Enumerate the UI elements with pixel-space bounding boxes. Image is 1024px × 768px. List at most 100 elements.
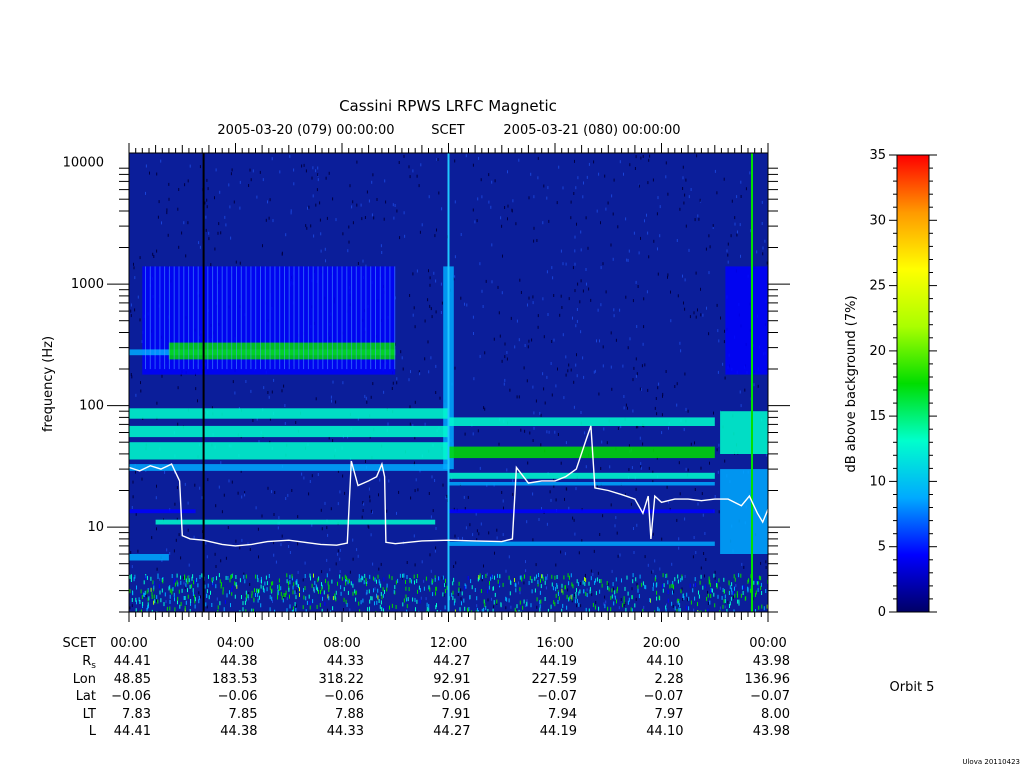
noise-speck	[613, 314, 615, 318]
noise-speck-low	[738, 599, 740, 604]
noise-speck	[402, 367, 404, 371]
ephemeris-l-value: 44.19	[540, 724, 577, 739]
noise-speck	[335, 218, 337, 222]
noise-speck-low	[709, 589, 711, 594]
noise-speck-low	[509, 591, 511, 596]
noise-speck-low	[343, 597, 345, 602]
noise-speck	[644, 363, 646, 367]
noise-speck-low	[452, 581, 454, 586]
noise-speck	[496, 536, 498, 540]
spectrogram-plot-area	[129, 153, 768, 612]
noise-speck	[542, 297, 544, 301]
noise-speck	[708, 332, 710, 336]
noise-speck-low	[748, 578, 750, 583]
noise-speck-low	[173, 592, 175, 597]
noise-speck	[131, 506, 133, 509]
noise-speck	[231, 168, 233, 172]
noise-speck	[613, 178, 615, 182]
noise-speck	[528, 196, 530, 200]
noise-speck-low	[178, 589, 180, 594]
noise-speck	[695, 315, 697, 319]
noise-speck	[472, 432, 474, 436]
noise-speck	[762, 246, 764, 250]
emission-band	[129, 464, 449, 471]
noise-speck-low	[343, 587, 345, 592]
ephemeris-lt-value: 7.85	[229, 707, 258, 722]
noise-speck	[178, 245, 180, 249]
noise-speck	[249, 168, 251, 172]
noise-speck-low	[299, 592, 300, 597]
noise-speck-low	[594, 605, 596, 610]
noise-speck	[301, 472, 303, 476]
noise-speck	[227, 526, 229, 529]
noise-speck	[331, 399, 332, 403]
noise-speck	[599, 533, 601, 536]
noise-speck	[693, 536, 695, 539]
noise-speck	[716, 303, 718, 307]
noise-speck	[380, 244, 382, 248]
noise-speck	[578, 551, 580, 555]
noise-speck	[667, 192, 669, 196]
noise-speck	[577, 176, 579, 180]
noise-speck	[717, 329, 719, 333]
noise-speck	[688, 248, 690, 252]
noise-speck-low	[438, 576, 440, 581]
noise-speck	[602, 262, 604, 266]
noise-speck	[612, 257, 614, 261]
noise-speck-low	[516, 604, 518, 609]
noise-speck-low	[223, 607, 225, 612]
noise-speck-low	[556, 583, 558, 587]
noise-speck	[588, 162, 590, 166]
ephemeris-label-l: L	[89, 724, 97, 739]
noise-speck-low	[204, 584, 206, 589]
noise-speck	[586, 282, 587, 286]
noise-speck-low	[744, 596, 746, 601]
noise-speck	[464, 432, 466, 436]
noise-speck-low	[382, 587, 384, 592]
noise-speck-low	[760, 586, 762, 590]
noise-speck-low	[502, 582, 504, 587]
noise-speck	[245, 380, 247, 383]
noise-speck	[567, 369, 569, 373]
noise-speck	[540, 413, 542, 417]
noise-speck	[722, 362, 724, 366]
noise-speck	[561, 306, 563, 309]
noise-speck-low	[313, 587, 315, 592]
noise-speck	[611, 387, 613, 391]
noise-speck	[412, 272, 414, 276]
noise-speck	[259, 580, 261, 584]
noise-speck	[199, 486, 201, 490]
noise-speck	[348, 225, 350, 229]
ephemeris-l-value: 44.27	[433, 724, 470, 739]
noise-speck	[723, 177, 725, 181]
noise-speck	[183, 581, 185, 585]
noise-speck	[635, 155, 637, 159]
noise-speck-low	[256, 588, 258, 593]
noise-speck	[537, 176, 539, 180]
noise-speck	[330, 507, 332, 511]
noise-speck	[682, 597, 684, 601]
noise-speck-low	[552, 586, 554, 591]
noise-speck	[417, 488, 419, 492]
emission-stripe	[145, 266, 146, 370]
noise-speck-low	[416, 599, 418, 604]
noise-speck-low	[151, 592, 153, 597]
noise-speck	[383, 390, 385, 394]
noise-speck-low	[187, 580, 189, 585]
noise-speck	[262, 244, 263, 248]
noise-speck	[362, 259, 364, 263]
spectrogram-chart: Cassini RPWS LRFC Magnetic 2005-03-20 (0…	[41, 97, 1020, 766]
noise-speck	[349, 570, 351, 574]
noise-speck-low	[226, 593, 228, 598]
noise-speck	[257, 527, 259, 531]
noise-speck	[516, 395, 518, 399]
noise-speck-low	[211, 577, 213, 582]
noise-speck	[429, 304, 431, 308]
colorbar-tick-label: 25	[869, 279, 886, 294]
noise-speck-low	[208, 574, 209, 579]
noise-speck	[615, 338, 617, 342]
noise-speck	[617, 427, 619, 430]
noise-speck	[250, 389, 252, 393]
noise-speck	[761, 222, 763, 225]
ephemeris-label-lat: Lat	[76, 689, 96, 704]
